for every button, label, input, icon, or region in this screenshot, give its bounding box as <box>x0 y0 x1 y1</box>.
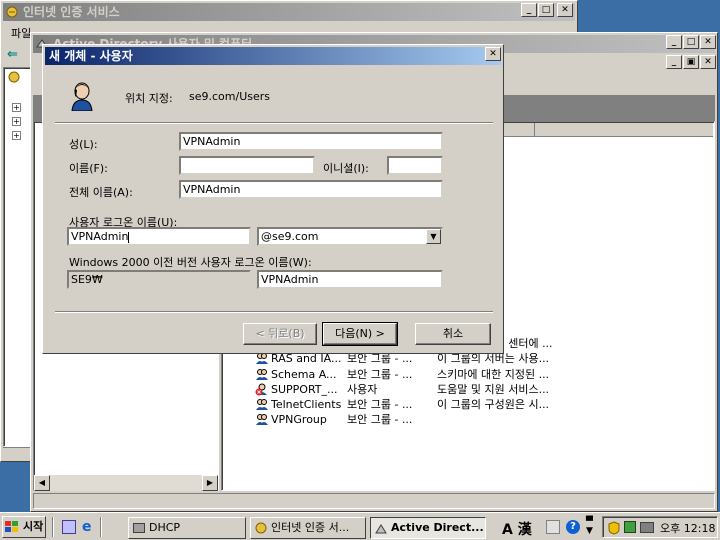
last-name-label: 성(L): <box>69 138 98 151</box>
full-name-field[interactable]: VPNAdmin <box>179 180 443 199</box>
domain-dropdown-arrow-icon[interactable]: ▼ <box>426 229 441 244</box>
location-value: se9.com/Users <box>189 90 270 103</box>
list-cell-col2: 보안 그룹 - ... <box>347 398 413 411</box>
dialog-separator-top <box>55 122 493 124</box>
text-cursor <box>128 231 130 243</box>
list-item[interactable]: Schema A... 보안 그룹 - ... 스키마에 대한 지정된 ... <box>253 367 553 382</box>
dialog-title: 새 개체 - 사용자 <box>49 49 133 63</box>
ad-close-button[interactable]: ✕ <box>700 35 716 49</box>
list-cell-col1: TelnetClients <box>271 398 342 411</box>
domain-select-value: @se9.com <box>261 230 319 243</box>
next-button[interactable]: 다음(N) > <box>322 322 398 346</box>
dhcp-icon <box>133 523 145 533</box>
windows-logo-icon <box>5 521 19 536</box>
dialog-close-button[interactable]: ✕ <box>485 47 501 61</box>
logon-name-value: VPNAdmin <box>71 230 129 243</box>
start-label: 시작 <box>23 520 44 533</box>
task-dhcp-label: DHCP <box>149 521 181 534</box>
initials-label: 이니셜(I): <box>323 162 369 175</box>
list-cell-col3: 이 그룹의 구성원은 시... <box>437 398 550 411</box>
scroll-left-button[interactable]: ◀ <box>34 475 50 491</box>
dialog-title-bar[interactable]: 새 개체 - 사용자 <box>45 47 501 65</box>
task-ad-label: Active Direct... <box>391 521 484 534</box>
task-dhcp[interactable]: DHCP <box>128 517 246 539</box>
pre2000-name-field[interactable]: VPNAdmin <box>257 270 443 289</box>
list-cell-col3: 도움말 및 지원 서비스... <box>437 382 550 396</box>
ad-tree-hscroll[interactable]: ◀ ▶ <box>34 475 218 491</box>
ias-back-icon[interactable]: ⇐ <box>7 47 18 62</box>
ad-status-bar <box>33 493 715 509</box>
domain-select[interactable]: @se9.com <box>257 227 443 246</box>
ime-settings-icon[interactable] <box>546 520 560 534</box>
user-avatar-icon <box>69 81 95 114</box>
disabled-user-icon <box>255 382 269 396</box>
ias-expand-2[interactable]: + <box>12 117 21 126</box>
ias-minimize-button[interactable]: _ <box>521 3 537 17</box>
first-name-label: 이름(F): <box>69 162 108 175</box>
group-icon <box>255 367 269 381</box>
network-icon[interactable] <box>624 521 636 533</box>
ias-expand-1[interactable]: + <box>12 103 21 112</box>
show-desktop-icon[interactable] <box>62 520 76 534</box>
list-cell-col3: 스키마에 대한 지정된 ... <box>437 367 550 381</box>
ias-task-icon <box>255 522 267 537</box>
ias-menu-file[interactable]: 파일 <box>11 25 31 41</box>
back-button[interactable]: < 뒤로(B) <box>243 323 317 345</box>
task-ias[interactable]: 인터넷 인증 서... <box>250 517 366 539</box>
quicklaunch-separator <box>52 517 54 537</box>
ias-expand-3[interactable]: + <box>12 131 21 140</box>
list-item[interactable]: SUPPORT_... 사용자 도움말 및 지원 서비스... <box>253 382 553 397</box>
ie-icon[interactable]: e <box>82 520 92 534</box>
list-cell-col1: VPNGroup <box>271 413 327 427</box>
list-item[interactable]: TelnetClients 보안 그룹 - ... 이 그룹의 구성원은 시... <box>253 397 553 412</box>
cancel-button[interactable]: 취소 <box>415 323 491 345</box>
ad-task-icon <box>375 523 387 538</box>
ad-child-minimize-button[interactable]: _ <box>666 55 682 69</box>
full-name-label: 전체 이름(A): <box>69 186 133 199</box>
ad-child-restore-button[interactable]: ▣ <box>683 55 699 69</box>
list-cell-col2: 사용자 <box>347 382 378 396</box>
ad-minimize-button[interactable]: _ <box>666 35 682 49</box>
last-name-field[interactable]: VPNAdmin <box>179 132 443 151</box>
ime-menu-icon[interactable]: ▀ ▼ <box>586 518 593 536</box>
pre2000-label: Windows 2000 이전 버전 사용자 로그온 이름(W): <box>69 256 312 269</box>
ias-maximize-button[interactable]: □ <box>538 3 554 17</box>
location-label: 위치 지정: <box>125 92 173 105</box>
help-icon[interactable]: ? <box>566 520 580 534</box>
ias-tree-icon <box>7 70 21 87</box>
initials-field[interactable] <box>387 156 443 175</box>
ime-indicator[interactable]: A 漢 <box>502 519 532 539</box>
scroll-right-button[interactable]: ▶ <box>202 475 218 491</box>
security-shield-icon[interactable] <box>608 521 620 538</box>
ias-title-bar[interactable]: 인터넷 인증 서비스 <box>3 3 575 21</box>
first-name-field[interactable] <box>179 156 315 175</box>
ias-app-icon <box>5 5 19 19</box>
list-cell-col2: 보안 그룹 - ... <box>347 367 413 381</box>
display-icon[interactable] <box>640 522 654 533</box>
task-ias-label: 인터넷 인증 서... <box>271 521 350 534</box>
group-icon <box>255 397 269 411</box>
list-cell-col1: Schema A... <box>271 367 337 381</box>
new-user-dialog: 새 개체 - 사용자 ✕ 위치 지정: se9.com/Users 성(L): … <box>42 44 504 354</box>
pre2000-domain-field: SE9₩ <box>67 270 251 289</box>
clock[interactable]: 오후 12:18 <box>660 520 715 536</box>
taskbar: 시작 e DHCP 인터넷 인증 서... Active Direct... A… <box>0 512 720 540</box>
list-item[interactable]: VPNGroup 보안 그룹 - ... <box>253 412 553 427</box>
task-active-directory[interactable]: Active Direct... <box>370 517 486 539</box>
list-cell-col1: SUPPORT_... <box>271 382 338 396</box>
ad-maximize-button[interactable]: □ <box>683 35 699 49</box>
dialog-separator-bottom <box>55 311 493 313</box>
group-icon <box>255 412 269 426</box>
ias-close-button[interactable]: ✕ <box>557 3 573 17</box>
ad-child-close-button[interactable]: ✕ <box>700 55 716 69</box>
quicklaunch-separator-2 <box>100 517 102 537</box>
logon-name-field[interactable]: VPNAdmin <box>67 227 251 246</box>
ias-title: 인터넷 인증 서비스 <box>23 5 120 19</box>
list-cell-col2: 보안 그룹 - ... <box>347 413 413 427</box>
ias-status-bar <box>3 447 33 461</box>
